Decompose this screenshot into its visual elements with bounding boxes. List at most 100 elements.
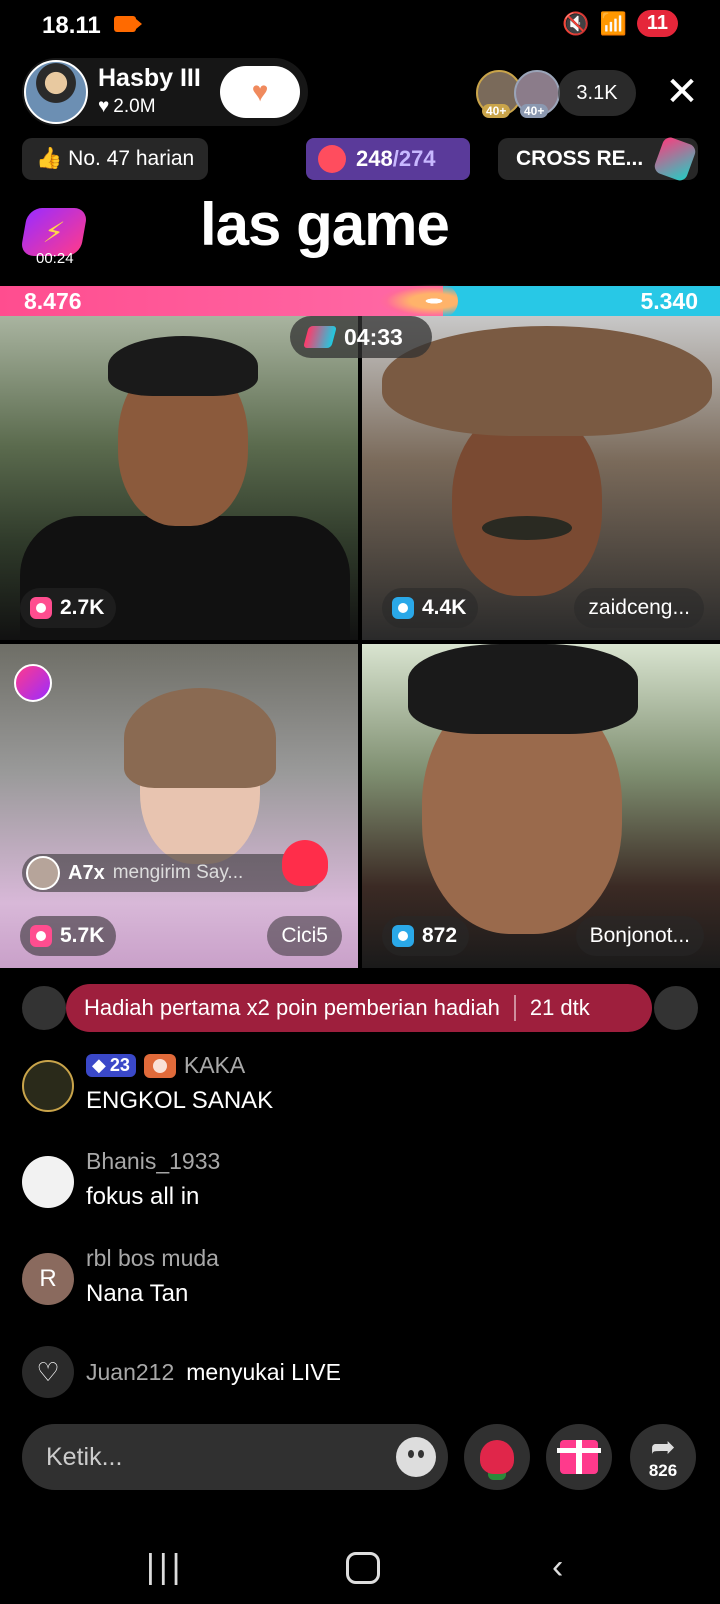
promo-text: Hadiah pertama x2 poin pemberian hadiah [84,995,500,1020]
goal-badge[interactable]: 248/274 [306,138,470,180]
follow-button[interactable]: ♥ [220,66,300,118]
top-viewers[interactable]: 40+ 40+ [476,70,560,118]
score-icon [30,925,52,947]
host-info[interactable]: Hasby III ♥ 2.0M ♥ [22,58,308,126]
video-tile[interactable]: 2.7K [0,316,358,640]
battle-timer[interactable]: 04:33 [290,316,432,358]
comment-body: ◆ 23 KAKA ENGKOL SANAK [86,1052,273,1115]
battle-left-score: 8.476 [24,288,82,314]
fan-heart-icon: ♥ [251,76,269,107]
tile-score[interactable]: 2.7K [20,588,117,628]
comment-input-bar[interactable] [22,1424,448,1490]
video-tile[interactable]: A7x mengirim Say... 5.7K Cici5 [0,644,358,968]
comment-avatar[interactable] [22,1156,74,1208]
comment-username[interactable]: KAKA [184,1052,245,1079]
comment-avatar[interactable] [22,1060,74,1112]
promo-avatar-left [22,986,66,1030]
tile-name[interactable]: zaidceng... [574,588,704,628]
host-name: Hasby III [98,64,201,92]
mute-icon: 🔇 [562,10,590,36]
tile-score-value: 872 [422,924,458,947]
comment-username[interactable]: rbl bos muda [86,1245,219,1272]
score-icon [392,925,414,947]
battle-spark-icon [378,284,458,318]
tile-score[interactable]: 872 [382,916,470,956]
rose-icon [480,1440,514,1474]
comment-username[interactable]: Bhanis_1933 [86,1148,220,1175]
comment-item[interactable]: ◆ 23 KAKA ENGKOL SANAK [22,1052,682,1132]
stream-title: las game [200,191,450,258]
like-text: menyukai LIVE [186,1358,341,1385]
viewer-level: 40+ [520,104,549,118]
promo-bar[interactable]: Hadiah pertama x2 poin pemberian hadiah … [66,984,652,1032]
boost-widget[interactable]: ⚡ 00:24 [19,208,89,270]
score-icon [30,597,52,619]
comment-body: Bhanis_1933 fokus all in [86,1148,220,1211]
back-icon[interactable]: ‹ [552,1548,563,1587]
gift-notification: A7x mengirim Say... [22,854,322,892]
status-time: 18.11 [42,12,101,39]
rose-gift-button[interactable] [464,1424,530,1490]
fire-icon: 👍 [36,147,63,170]
user-level-badge: ◆ 23 [86,1054,136,1077]
comment-avatar[interactable]: R [22,1253,74,1305]
recent-apps-icon[interactable]: ||| [146,1548,185,1587]
promo-banner[interactable]: Hadiah pertama x2 poin pemberian hadiah … [22,984,698,1032]
like-username[interactable]: Juan212 [86,1359,174,1386]
host-avatar[interactable] [24,60,88,124]
video-tile[interactable]: 872 Bonjonot... [362,644,720,968]
battle-icon [303,326,337,348]
tile-score[interactable]: 5.7K [20,916,117,956]
daily-rank-badge[interactable]: 👍 No. 47 harian [22,138,209,180]
cross-label: CROSS RE... [516,147,644,170]
lightning-icon: ⚡ [19,208,89,256]
heart-icon: ♥ [98,96,110,117]
fan-club-icon [143,1053,176,1078]
score-icon [392,597,414,619]
wifi-signal-icon: 📶 [599,10,627,36]
comment-text: fokus all in [86,1183,200,1210]
share-count: 826 [648,1461,678,1480]
video-tile[interactable]: 4.4K zaidceng... [362,316,720,640]
tile-name[interactable]: Cici5 [267,916,342,956]
battle-right-score: 5.340 [640,288,698,314]
tile-score-value: 2.7K [60,596,105,619]
system-nav-bar: ||| ‹ [0,1530,720,1604]
gifter-name: A7x [68,861,105,884]
gift-button[interactable] [546,1424,612,1490]
viewer-count[interactable]: 3.1K [558,70,636,116]
gift-goal-icon [318,145,346,173]
close-button[interactable]: ✕ [662,72,702,112]
participant-video [124,688,276,788]
rank-label: No. 47 harian [68,147,195,170]
comment-item[interactable]: Bhanis_1933 fokus all in [22,1148,682,1228]
host-likes: ♥ 2.0M [98,96,156,118]
boost-timer: 00:24 [36,250,74,267]
gifter-avatar [26,856,60,890]
participant-video [382,326,712,436]
battle-timer-text: 04:33 [344,323,403,350]
emoji-icon[interactable] [396,1437,436,1477]
comment-input[interactable] [46,1440,366,1474]
viewer-avatar[interactable]: 40+ [514,70,560,118]
share-arrow-icon: ➦ [650,1431,676,1464]
boost-small-icon[interactable] [14,664,52,702]
participant-video [482,516,572,540]
tile-score-value: 4.4K [422,596,467,619]
goal-total: /274 [392,146,436,171]
comment-text: ENGKOL SANAK [86,1087,274,1114]
comment-header: ◆ 23 KAKA [86,1052,273,1079]
share-button[interactable]: ➦ 826 [630,1424,696,1490]
participant-video [408,644,638,734]
gift-message: mengirim Say... [112,862,244,883]
home-icon[interactable] [346,1552,380,1584]
cross-icon [652,135,698,183]
promo-divider [513,995,516,1021]
comment-item[interactable]: R rbl bos muda Nana Tan [22,1245,682,1325]
tile-name[interactable]: Bonjonot... [575,916,704,956]
tile-score[interactable]: 4.4K [382,588,479,628]
cross-badge[interactable]: CROSS RE... [498,135,698,183]
video-grid: 04:33 2.7K 4.4K zaidceng... A7x mengirim… [0,316,720,968]
gift-icon [557,1440,601,1474]
battle-progress-bar: 8.476 5.340 [0,284,720,318]
